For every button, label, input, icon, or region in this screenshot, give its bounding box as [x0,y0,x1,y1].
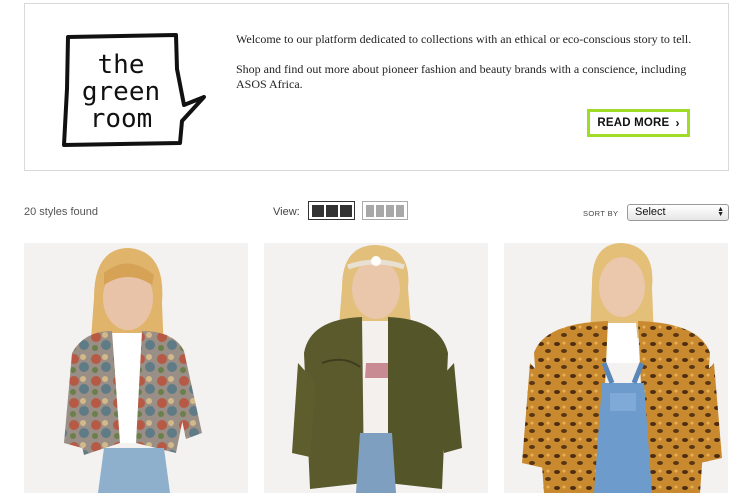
logo-speech-bubble-icon: the green room [62,33,206,147]
four-column-view-button[interactable] [362,201,408,220]
welcome-text: Welcome to our platform dedicated to col… [236,32,692,46]
select-arrows-icon: ▲ ▼ [717,206,724,218]
product-image-3 [504,243,728,493]
grid-column-icon [311,204,324,217]
product-card-2[interactable] [264,243,488,493]
grid-column-icon [325,204,338,217]
product-image-2 [264,243,488,493]
grid-column-icon [386,204,394,217]
logo-line-3: room [90,104,153,134]
product-card-1[interactable] [24,243,248,493]
the-green-room-logo[interactable]: the green room [58,29,210,151]
read-more-label: READ MORE [597,117,670,129]
sort-by-label: SORT BY [583,209,619,218]
listing-toolbar: 20 styles found View: SORT BY Select ▲ ▼ [0,200,750,226]
product-image-1 [24,243,248,493]
shop-text: Shop and find out more about pioneer fas… [236,62,687,91]
three-column-view-button[interactable] [308,201,355,220]
logo-line-1: the [98,50,145,80]
grid-column-icon [366,204,374,217]
grid-column-icon [396,204,404,217]
grid-column-icon [376,204,384,217]
sort-by-select[interactable]: Select ▲ ▼ [627,204,729,221]
view-label: View: [273,206,300,218]
read-more-button[interactable]: READ MORE › [587,109,690,137]
product-card-3[interactable] [504,243,728,493]
logo-line-2: green [82,77,160,107]
green-room-banner: the green room Welcome to our platform d… [24,3,729,171]
sort-select-value: Select [635,206,666,218]
grid-column-icon [339,204,352,217]
welcome-copy: Welcome to our platform dedicated to col… [236,32,706,107]
chevron-right-icon: › [675,116,680,130]
styles-found-count: 20 styles found [24,206,98,218]
